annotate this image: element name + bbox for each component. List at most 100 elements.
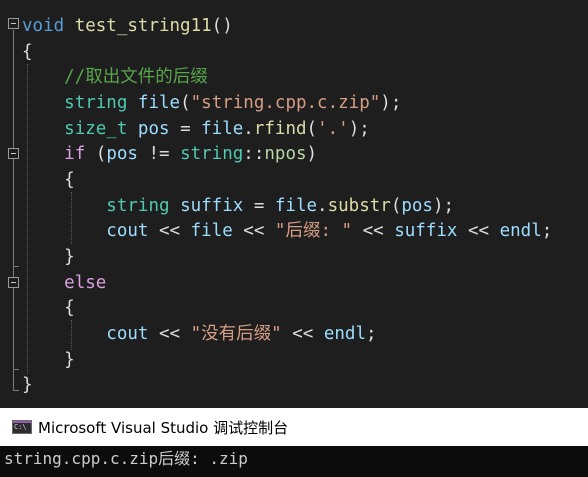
code-line[interactable]: } [22, 244, 75, 270]
fold-region-end [13, 390, 19, 391]
code-line[interactable]: { [22, 39, 33, 65]
code-line[interactable]: if (pos != string::npos) [22, 141, 317, 167]
code-token: << [457, 221, 500, 241]
code-token: string [64, 93, 128, 113]
code-token: = [169, 119, 202, 139]
code-token: if [64, 144, 86, 164]
code-token: = [243, 196, 275, 216]
code-line[interactable]: } [22, 347, 75, 373]
code-token: } [22, 350, 75, 370]
collapse-if-icon[interactable] [8, 148, 19, 159]
code-token: pos [106, 144, 138, 164]
fold-else-line [13, 289, 14, 369]
console-title-bar[interactable]: Microsoft Visual Studio 调试控制台 [0, 408, 588, 446]
console-title: Microsoft Visual Studio 调试控制台 [38, 418, 289, 437]
code-token: ( [180, 93, 191, 113]
code-token: //取出文件的后缀 [64, 67, 208, 87]
code-token: else [64, 273, 107, 293]
console-app-icon [12, 420, 32, 434]
code-line[interactable]: { [22, 295, 75, 321]
code-token: ) [306, 144, 318, 164]
code-token: << [148, 324, 191, 344]
console-output-text: string.cpp.c.zip后缀: .zip [4, 449, 248, 468]
code-line[interactable]: void test_string11() [22, 13, 233, 39]
code-token: } [22, 247, 75, 267]
code-editor[interactable]: void test_string11(){ //取出文件的后缀 string f… [0, 0, 588, 408]
code-token: != [137, 144, 181, 164]
code-token: () [211, 16, 233, 36]
code-token: cout [106, 324, 149, 344]
code-token: suffix [394, 221, 458, 241]
code-line[interactable]: else [22, 270, 106, 296]
current-line-marker [0, 10, 2, 30]
code-token: "后缀: " [274, 221, 353, 241]
code-line[interactable]: string suffix = file.substr(pos); [22, 193, 454, 219]
code-token: cout [106, 221, 149, 241]
code-token: . [317, 196, 328, 216]
code-line[interactable]: //取出文件的后缀 [22, 64, 208, 90]
code-token: ( [306, 119, 318, 139]
fold-if-line [13, 160, 14, 266]
code-token: string [180, 144, 244, 164]
code-token: "string.cpp.c.zip" [190, 93, 381, 113]
code-token: npos [264, 144, 307, 164]
code-token: ( [85, 144, 107, 164]
code-token: suffix [180, 196, 244, 216]
code-token: ); [348, 119, 370, 139]
code-token: endl [499, 221, 542, 241]
code-token: file [201, 119, 244, 139]
code-token: << [232, 221, 275, 241]
code-token: ( [390, 196, 402, 216]
code-token: } [22, 375, 33, 395]
code-token: ); [432, 196, 455, 216]
code-token: << [281, 324, 324, 344]
code-token: string [106, 196, 170, 216]
code-token: endl [323, 324, 366, 344]
code-token: substr [327, 196, 391, 216]
code-line[interactable]: string file("string.cpp.c.zip"); [22, 90, 401, 116]
code-line[interactable]: size_t pos = file.rfind('.'); [22, 116, 370, 142]
code-token: ); [380, 93, 402, 113]
code-token: '.' [317, 119, 349, 139]
code-token: { [22, 42, 33, 62]
console-output-area[interactable]: string.cpp.c.zip后缀: .zip [0, 446, 588, 477]
code-token: file [274, 196, 318, 216]
code-token: ; [541, 221, 553, 241]
code-line[interactable]: { [22, 167, 75, 193]
code-token: rfind [253, 119, 307, 139]
code-token: pos [401, 196, 433, 216]
code-line[interactable]: cout << file << "后缀: " << suffix << endl… [22, 218, 552, 244]
code-token: { [22, 170, 75, 190]
fold-if-end [13, 266, 19, 267]
code-token: test_string11 [74, 16, 212, 36]
code-token: << [148, 221, 191, 241]
code-line[interactable]: } [22, 372, 33, 398]
code-token: file [137, 93, 181, 113]
code-token: ; [366, 324, 377, 344]
collapse-else-icon[interactable] [8, 277, 19, 288]
code-token: void [22, 16, 65, 36]
code-token: "没有后缀" [190, 324, 282, 344]
code-token: . [243, 119, 254, 139]
code-token: << [352, 221, 395, 241]
code-token: :: [243, 144, 265, 164]
fold-else-end [13, 369, 19, 370]
code-token: size_t [64, 119, 128, 139]
code-token: file [190, 221, 233, 241]
code-line[interactable]: cout << "没有后缀" << endl; [22, 321, 377, 347]
code-token: pos [137, 119, 170, 139]
code-token: { [22, 298, 75, 318]
collapse-function-icon[interactable] [8, 18, 19, 29]
